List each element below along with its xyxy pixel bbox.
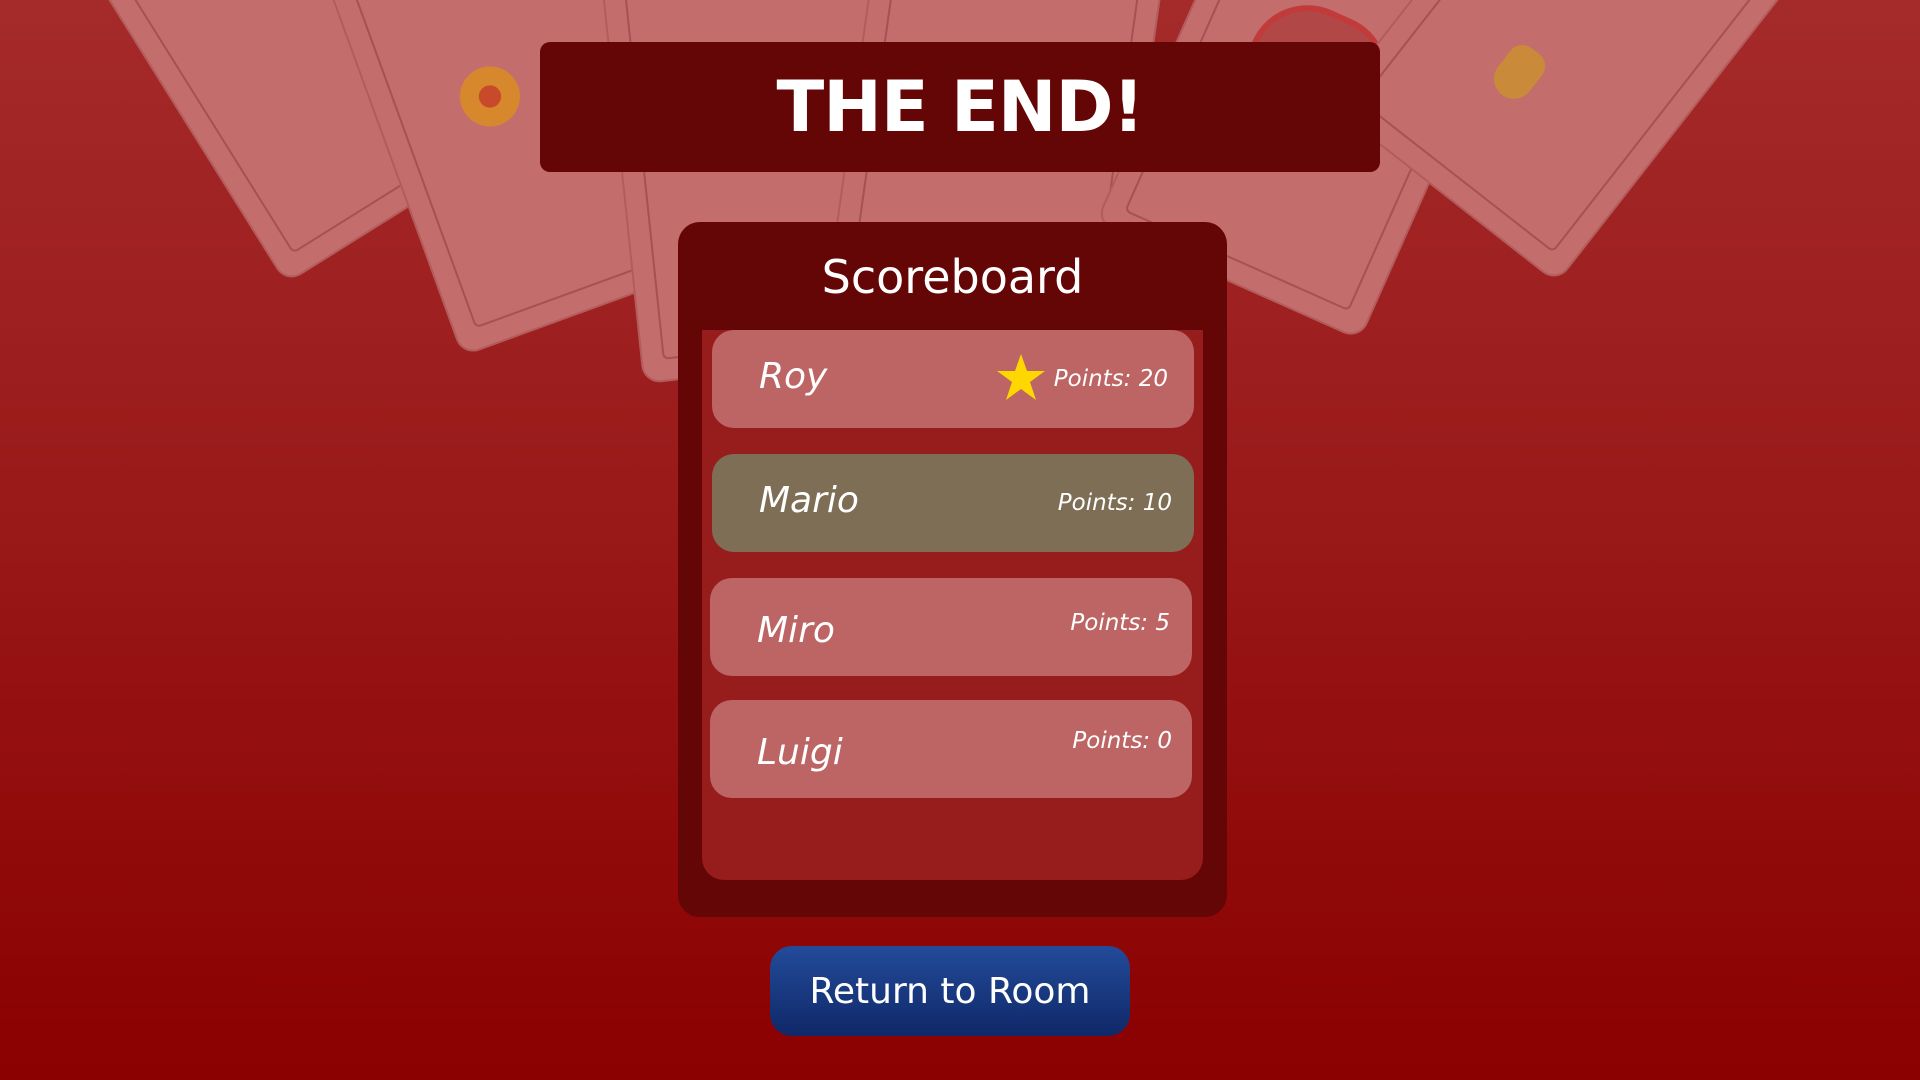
score-row-roy: Roy Points: 20 xyxy=(712,330,1194,428)
scoreboard-title: Scoreboard xyxy=(821,250,1084,304)
title-banner: THE END! xyxy=(540,42,1380,172)
page-title: THE END! xyxy=(776,66,1145,148)
scoreboard-panel: Scoreboard Roy Points: 20 Mario Points: … xyxy=(678,222,1227,917)
score-list: Roy Points: 20 Mario Points: 10 Miro Poi… xyxy=(702,330,1203,880)
player-points: Points: 20 xyxy=(1053,366,1168,392)
player-name: Miro xyxy=(757,610,835,651)
return-to-room-button[interactable]: Return to Room xyxy=(770,946,1130,1036)
player-name: Mario xyxy=(759,480,859,521)
player-name: Roy xyxy=(759,356,828,397)
player-points: Points: 0 xyxy=(1072,728,1172,754)
score-row-luigi: Luigi Points: 0 xyxy=(710,700,1192,798)
flower-decoration xyxy=(445,51,535,142)
player-name: Luigi xyxy=(757,732,843,773)
score-row-miro: Miro Points: 5 xyxy=(710,578,1192,676)
player-points: Points: 5 xyxy=(1070,610,1170,636)
acorn-decoration xyxy=(1485,38,1552,107)
player-points: Points: 10 xyxy=(1057,490,1172,516)
score-row-mario: Mario Points: 10 xyxy=(712,454,1194,552)
star-icon xyxy=(997,354,1045,400)
